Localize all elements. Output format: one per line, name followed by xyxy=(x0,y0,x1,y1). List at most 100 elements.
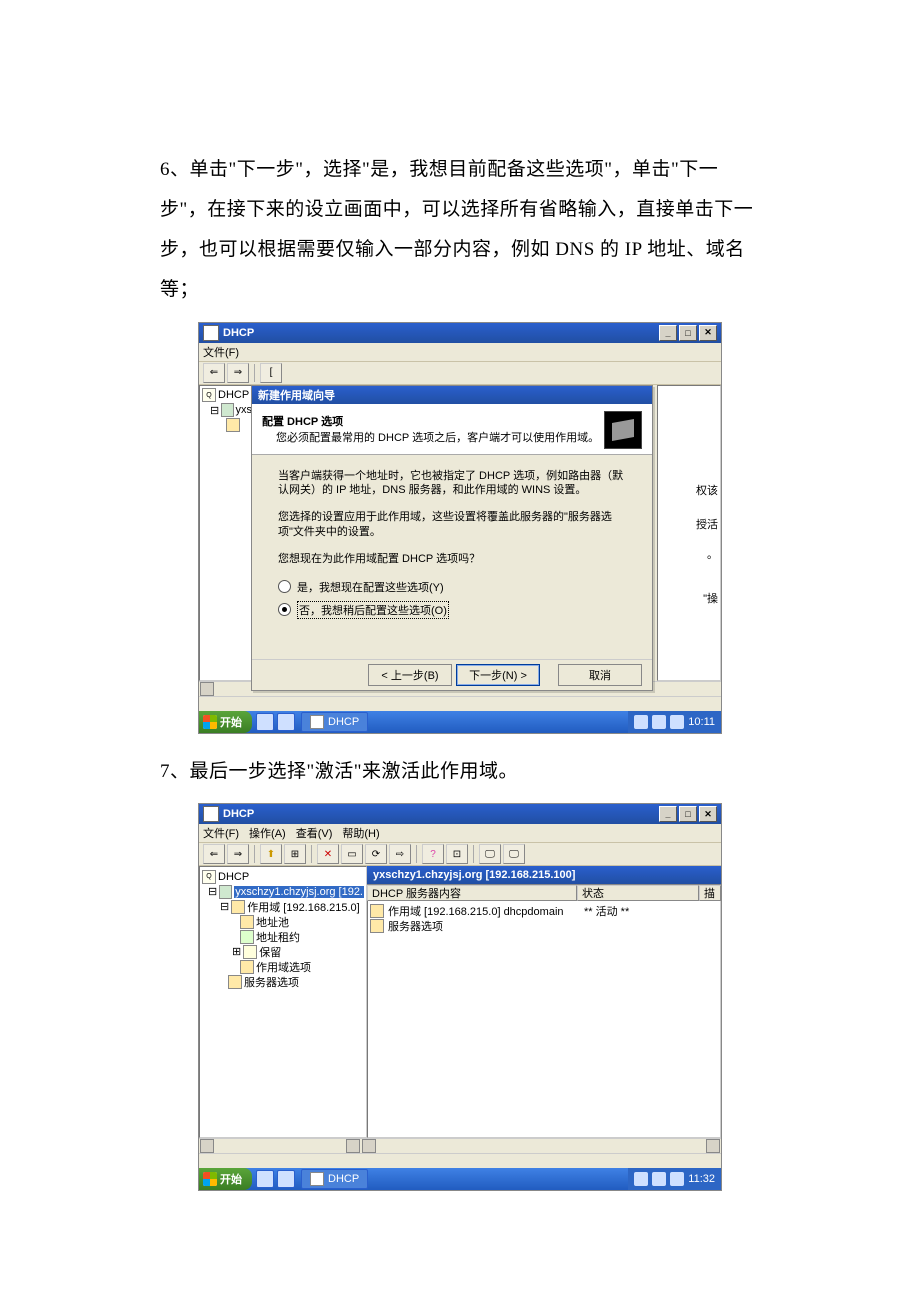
radio-no-row[interactable]: 否，我想稍后配置这些选项(O) xyxy=(278,601,626,619)
close-button-2[interactable]: ✕ xyxy=(699,806,717,822)
list-body[interactable]: 作用域 [192.168.215.0] dhcpdomain ** 活动 ** … xyxy=(367,901,721,1138)
monitor2-icon[interactable]: 🖵 xyxy=(503,844,525,864)
wizard-dialog: 新建作用域向导 配置 DHCP 选项 您必须配置最常用的 DHCP 选项之后，客… xyxy=(251,385,653,691)
tree-serveropt[interactable]: 服务器选项 xyxy=(244,974,299,990)
tree-server[interactable]: yxschzy1.chzyjsj.org [192. xyxy=(234,886,364,898)
menu-file[interactable]: 文件(F) xyxy=(203,344,239,360)
start-button[interactable]: 开始 xyxy=(199,711,252,733)
menu-help[interactable]: 帮助(H) xyxy=(342,825,379,841)
folder-icon-2 xyxy=(231,900,245,914)
tree-pane-2[interactable]: QDHCP ⊟yxschzy1.chzyjsj.org [192. ⊟作用域 [… xyxy=(199,866,367,1138)
tree-pool[interactable]: 地址池 xyxy=(256,914,289,930)
step6-text: 6、单击"下一步"，选择"是，我想目前配备这些选项"，单击"下一步"，在接下来的… xyxy=(160,150,760,310)
grid-icon[interactable]: ⊞ xyxy=(284,844,306,864)
back-button[interactable]: < 上一步(B) xyxy=(368,664,452,686)
tree-scopeopt[interactable]: 作用域选项 xyxy=(256,959,311,975)
nav-forward-icon-2[interactable]: ⇒ xyxy=(227,844,249,864)
col-content[interactable]: DHCP 服务器内容 xyxy=(367,885,577,901)
radio-no-label: 否，我想稍后配置这些选项(O) xyxy=(297,601,449,619)
radio-no[interactable] xyxy=(278,603,291,616)
tree-yxs[interactable]: yxs xyxy=(236,404,253,416)
col-status[interactable]: 状态 xyxy=(577,885,699,901)
scroll-r2[interactable] xyxy=(706,1139,720,1153)
minimize-button[interactable]: _ xyxy=(659,325,677,341)
col-desc[interactable]: 描 xyxy=(699,885,721,901)
props-icon[interactable]: ▭ xyxy=(341,844,363,864)
nav-forward-icon[interactable]: ⇒ xyxy=(227,363,249,383)
wizard-head-bold: 配置 DHCP 选项 xyxy=(262,413,599,429)
scroll-l1[interactable] xyxy=(200,1139,214,1153)
toolbar-btn[interactable]: [ xyxy=(260,363,282,383)
scopeopt-icon xyxy=(240,960,254,974)
scroll-r1[interactable] xyxy=(346,1139,360,1153)
tray-icon-1[interactable] xyxy=(634,715,648,729)
wizard-title[interactable]: 新建作用域向导 xyxy=(252,386,652,404)
menu-view[interactable]: 查看(V) xyxy=(296,825,333,841)
window-titlebar-2[interactable]: Q DHCP _ □ ✕ xyxy=(199,804,721,824)
tree-scope[interactable]: 作用域 [192.168.215.0] xyxy=(247,899,360,915)
tray-icon-b[interactable] xyxy=(652,1172,666,1186)
tray-icon-c[interactable] xyxy=(670,1172,684,1186)
task-app-icon-2: Q xyxy=(310,1172,324,1186)
tray-icon-3[interactable] xyxy=(670,715,684,729)
start-button-2[interactable]: 开始 xyxy=(199,1168,252,1190)
reserve-icon xyxy=(243,945,257,959)
export-icon[interactable]: ⇨ xyxy=(389,844,411,864)
nav-back-icon[interactable]: ⇐ xyxy=(203,363,225,383)
wizard-p1: 当客户端获得一个地址时，它也被指定了 DHCP 选项，例如路由器（默认网关）的 … xyxy=(278,469,626,499)
radio-yes-row[interactable]: 是，我想现在配置这些选项(Y) xyxy=(278,579,626,595)
tray-icon-2[interactable] xyxy=(652,715,666,729)
desktop-icon-2[interactable] xyxy=(277,1170,295,1188)
toolbar: ⇐ ⇒ [ xyxy=(199,362,721,385)
refresh-icon[interactable]: ⟳ xyxy=(365,844,387,864)
task-app-icon: Q xyxy=(310,715,324,729)
statusbar-2 xyxy=(199,1153,721,1168)
ie-icon[interactable] xyxy=(256,713,274,731)
scroll-left-icon[interactable] xyxy=(200,682,214,696)
radio-yes[interactable] xyxy=(278,580,291,593)
tray-icon-a[interactable] xyxy=(634,1172,648,1186)
maximize-button-2[interactable]: □ xyxy=(679,806,697,822)
wizard-icon xyxy=(604,411,642,449)
maximize-button[interactable]: □ xyxy=(679,325,697,341)
tree-root-2[interactable]: DHCP xyxy=(218,871,249,883)
hint-a: 权该 xyxy=(696,482,718,498)
statusbar xyxy=(199,696,721,711)
radio-yes-label: 是，我想现在配置这些选项(Y) xyxy=(297,579,444,595)
tree-reserve[interactable]: 保留 xyxy=(259,944,281,960)
row-icon-1 xyxy=(370,904,384,918)
monitor-icon[interactable]: 🖵 xyxy=(479,844,501,864)
scroll-l2[interactable] xyxy=(362,1139,376,1153)
menubar: 文件(F) xyxy=(199,343,721,362)
window-title-2: DHCP xyxy=(223,808,254,820)
tree-lease[interactable]: 地址租约 xyxy=(256,929,300,945)
hint-d: "操 xyxy=(703,590,718,606)
taskbar-app-2[interactable]: QDHCP xyxy=(301,1169,368,1189)
taskbar-app[interactable]: QDHCP xyxy=(301,712,368,732)
next-button[interactable]: 下一步(N) > xyxy=(456,664,540,686)
server-icon xyxy=(221,403,233,417)
hscroll-2[interactable] xyxy=(199,1138,721,1153)
delete-icon[interactable]: ✕ xyxy=(317,844,339,864)
wizard-head-sub: 您必须配置最常用的 DHCP 选项之后，客户端才可以使用作用域。 xyxy=(262,429,599,445)
menu-file-2[interactable]: 文件(F) xyxy=(203,825,239,841)
btn-a[interactable]: ⊡ xyxy=(446,844,468,864)
up-icon[interactable]: ⬆ xyxy=(260,844,282,864)
tree-root[interactable]: DHCP xyxy=(218,389,249,401)
desktop-icon[interactable] xyxy=(277,713,295,731)
dhcp-icon: Q xyxy=(202,388,216,402)
minimize-button-2[interactable]: _ xyxy=(659,806,677,822)
app-icon-2: Q xyxy=(203,806,219,822)
list-row[interactable]: 作用域 [192.168.215.0] dhcpdomain ** 活动 ** xyxy=(370,903,718,918)
wizard-p3: 您想现在为此作用域配置 DHCP 选项吗？ xyxy=(278,552,626,567)
help-icon[interactable]: ? xyxy=(422,844,444,864)
menu-action[interactable]: 操作(A) xyxy=(249,825,286,841)
ie-icon-2[interactable] xyxy=(256,1170,274,1188)
nav-back-icon-2[interactable]: ⇐ xyxy=(203,844,225,864)
list-row[interactable]: 服务器选项 xyxy=(370,918,718,933)
window-titlebar[interactable]: Q DHCP _ □ ✕ xyxy=(199,323,721,343)
close-button[interactable]: ✕ xyxy=(699,325,717,341)
pool-icon xyxy=(240,915,254,929)
cancel-button[interactable]: 取消 xyxy=(558,664,642,686)
tree-pane[interactable]: QDHCP ⊟yxs xyxy=(199,385,255,681)
